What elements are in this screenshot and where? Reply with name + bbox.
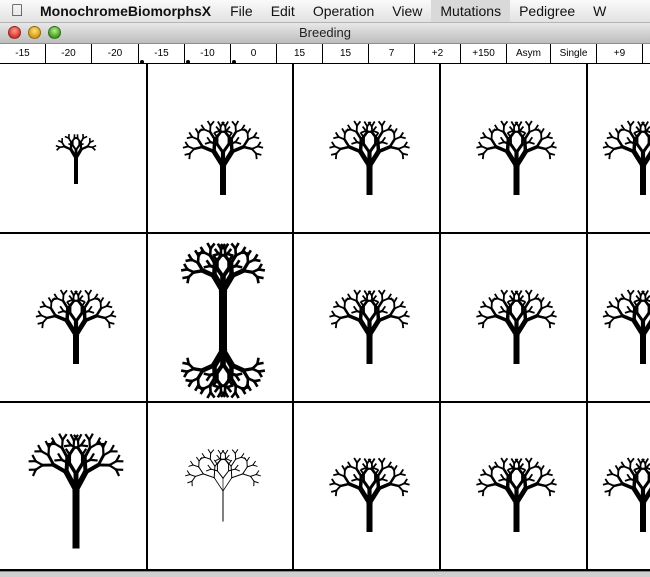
biomorph-r3c3 bbox=[294, 403, 441, 571]
gene-box-9[interactable]: 7 bbox=[369, 44, 415, 63]
menu-file[interactable]: File bbox=[221, 0, 262, 22]
biomorph-r2c5 bbox=[588, 234, 650, 403]
biomorph-cell[interactable] bbox=[0, 403, 148, 571]
menu-mutations[interactable]: Mutations bbox=[431, 0, 510, 22]
breeding-grid bbox=[0, 64, 650, 571]
biomorph-cell[interactable] bbox=[441, 64, 588, 234]
gene-box-10[interactable]: +2 bbox=[415, 44, 461, 63]
biomorph-r3c4 bbox=[441, 403, 588, 571]
gene-box-6[interactable]: 0 bbox=[231, 44, 277, 63]
gene-box-11[interactable]: +150 bbox=[461, 44, 507, 63]
biomorph-cell[interactable] bbox=[294, 403, 441, 571]
gene-box-3[interactable]: -20 bbox=[92, 44, 139, 63]
gene-box-12[interactable]: Asym bbox=[507, 44, 551, 63]
window-titlebar[interactable]: Breeding bbox=[0, 23, 650, 44]
biomorph-r1c4 bbox=[441, 64, 588, 234]
biomorph-r2c2 bbox=[148, 234, 294, 403]
biomorph-cell[interactable] bbox=[0, 64, 148, 234]
menu-edit[interactable]: Edit bbox=[262, 0, 304, 22]
menu-view[interactable]: View bbox=[383, 0, 431, 22]
gene-bar: -15 -20 -20 -15 -10 0 15 15 7 +2 +150 As… bbox=[0, 44, 650, 64]
gene-box-7[interactable]: 15 bbox=[277, 44, 323, 63]
menu-pedigree[interactable]: Pedigree bbox=[510, 0, 584, 22]
window-title: Breeding bbox=[0, 25, 650, 40]
menu-bar:  MonochromeBiomorphsX File Edit Operati… bbox=[0, 0, 650, 23]
biomorph-cell[interactable] bbox=[588, 234, 650, 403]
gene-box-8[interactable]: 15 bbox=[323, 44, 369, 63]
biomorph-cell[interactable] bbox=[294, 64, 441, 234]
biomorph-cell[interactable] bbox=[588, 64, 650, 234]
biomorph-cell[interactable] bbox=[148, 403, 294, 571]
biomorph-r3c2 bbox=[148, 403, 294, 571]
menu-app-name[interactable]: MonochromeBiomorphsX bbox=[34, 0, 221, 22]
biomorph-r1c5 bbox=[588, 64, 650, 234]
biomorph-cell[interactable] bbox=[148, 234, 294, 403]
biomorph-cell[interactable] bbox=[148, 64, 294, 234]
biomorph-r2c1 bbox=[0, 234, 148, 403]
menu-operation[interactable]: Operation bbox=[304, 0, 383, 22]
gene-box-14[interactable]: +9 bbox=[597, 44, 643, 63]
biomorph-cell[interactable] bbox=[441, 234, 588, 403]
menu-window[interactable]: W bbox=[584, 0, 615, 22]
biomorph-r1c2 bbox=[148, 64, 294, 234]
biomorph-r2c4 bbox=[441, 234, 588, 403]
biomorph-r3c1 bbox=[0, 403, 148, 571]
biomorph-cell[interactable] bbox=[588, 403, 650, 571]
biomorph-cell[interactable] bbox=[441, 403, 588, 571]
gene-box-4[interactable]: -15 bbox=[139, 44, 185, 63]
gene-box-5[interactable]: -10 bbox=[185, 44, 231, 63]
apple-menu-icon[interactable]:  bbox=[0, 1, 34, 21]
biomorph-r1c3 bbox=[294, 64, 441, 234]
biomorph-cell[interactable] bbox=[0, 234, 148, 403]
biomorph-r3c5 bbox=[588, 403, 650, 571]
biomorph-cell[interactable] bbox=[294, 234, 441, 403]
gene-box-2[interactable]: -20 bbox=[46, 44, 92, 63]
biomorph-r2c3 bbox=[294, 234, 441, 403]
biomorph-r1c1 bbox=[0, 64, 148, 234]
gene-box-1[interactable]: -15 bbox=[0, 44, 46, 63]
gene-box-13[interactable]: Single bbox=[551, 44, 597, 63]
window-bottom-edge bbox=[0, 571, 650, 577]
